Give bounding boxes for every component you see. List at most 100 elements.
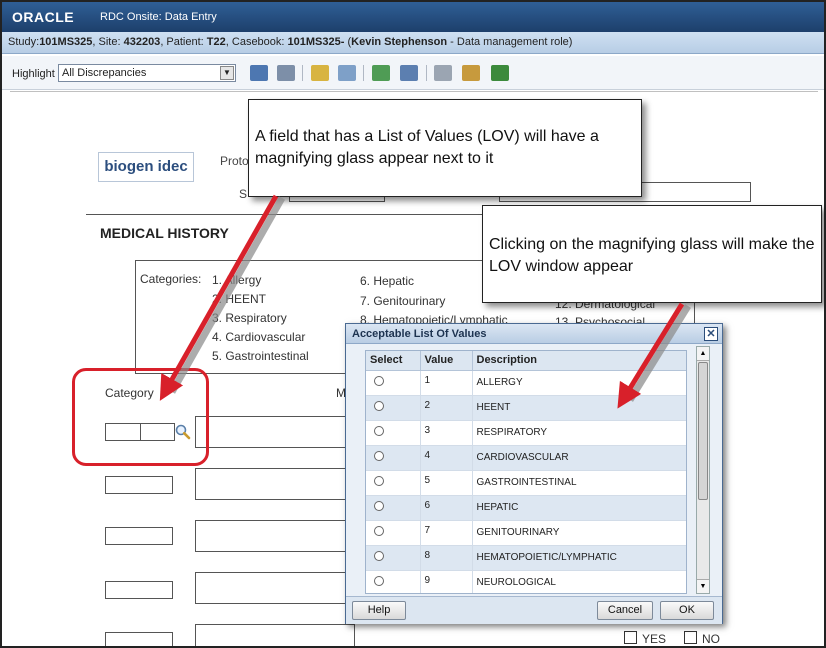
select-radio[interactable] — [374, 401, 384, 411]
description-field[interactable] — [195, 520, 355, 552]
description-field[interactable] — [195, 572, 355, 604]
select-radio[interactable] — [374, 501, 384, 511]
toolbar-divider — [302, 65, 303, 81]
scroll-up-icon[interactable]: ▲ — [697, 347, 709, 361]
patient-value: T22 — [206, 36, 226, 48]
edit-page-icon[interactable] — [311, 65, 329, 81]
discrepancy-list-icon[interactable] — [250, 65, 268, 81]
no-checkbox[interactable] — [684, 631, 697, 644]
study-label: Study: — [8, 36, 40, 48]
lov-footer: Help Cancel OK — [346, 596, 722, 624]
description-cell: GASTROINTESTINAL — [472, 470, 686, 496]
select-cell — [366, 545, 421, 571]
select-cell — [366, 370, 421, 396]
no-label: NO — [702, 632, 720, 646]
toolbar: Highlight All Discrepancies ▼ — [2, 56, 824, 90]
value-cell: 8 — [420, 545, 473, 571]
value-cell: 7 — [420, 520, 473, 546]
patient-label: , Patient: — [160, 36, 207, 48]
description-cell: RESPIRATORY — [472, 420, 686, 446]
scrollbar-thumb[interactable] — [698, 362, 708, 500]
oracle-logo: ORACLE — [12, 9, 75, 25]
description-cell: HEMATOPOIETIC/LYMPHATIC — [472, 545, 686, 571]
lov-table-container: Select Value Description 1 ALLERGY 2 HEE — [365, 350, 687, 594]
select-radio[interactable] — [374, 376, 384, 386]
cancel-button[interactable]: Cancel — [597, 601, 653, 620]
lov-field-callout: A field that has a List of Values (LOV) … — [248, 99, 642, 197]
biogen-logo: biogen idec — [98, 152, 194, 182]
save-icon[interactable] — [491, 65, 509, 81]
chevron-down-icon[interactable]: ▼ — [220, 66, 234, 80]
help-button[interactable]: Help — [352, 601, 406, 620]
lov-row[interactable]: 8 HEMATOPOIETIC/LYMPHATIC — [366, 545, 686, 571]
category-item: 7. Genitourinary — [360, 294, 446, 308]
description-cell: HEPATIC — [472, 495, 686, 521]
category-input[interactable] — [105, 476, 173, 494]
site-label: S — [239, 187, 248, 201]
lov-table-header: Select Value Description — [366, 351, 686, 371]
toolbar-divider — [363, 65, 364, 81]
category-input[interactable] — [105, 527, 173, 545]
lov-row[interactable]: 2 HEENT — [366, 395, 686, 421]
scroll-down-icon[interactable]: ▼ — [697, 579, 709, 593]
highlight-select-value: All Discrepancies — [62, 67, 147, 79]
yes-checkbox[interactable] — [624, 631, 637, 644]
select-cell — [366, 520, 421, 546]
description-header: Description — [472, 351, 686, 371]
delete-icon[interactable] — [434, 65, 452, 81]
select-cell — [366, 395, 421, 421]
select-radio[interactable] — [374, 576, 384, 586]
lov-table: Select Value Description 1 ALLERGY 2 HEE — [366, 351, 686, 593]
highlight-select[interactable]: All Discrepancies ▼ — [58, 64, 236, 82]
lov-row[interactable]: 6 HEPATIC — [366, 495, 686, 521]
description-field[interactable] — [195, 416, 355, 448]
category-item: 5. Gastrointestinal — [212, 349, 309, 363]
ok-button[interactable]: OK — [660, 601, 714, 620]
category-item: 6. Hepatic — [360, 274, 415, 288]
select-cell — [366, 470, 421, 496]
lov-dialog-title: Acceptable List Of Values ✕ — [346, 324, 722, 344]
category-item: 4. Cardiovascular — [212, 330, 306, 344]
value-header: Value — [420, 351, 473, 371]
lov-row[interactable]: 5 GASTROINTESTINAL — [366, 470, 686, 496]
description-field[interactable] — [195, 468, 355, 500]
select-cell — [366, 445, 421, 471]
investigator-comments-icon[interactable] — [277, 65, 295, 81]
close-icon[interactable]: ✕ — [704, 327, 718, 341]
study-value: 101MS325 — [39, 36, 93, 48]
lov-row[interactable]: 3 RESPIRATORY — [366, 420, 686, 446]
highlight-annotation — [72, 368, 209, 466]
title-bar: ORACLE RDC Onsite: Data Entry — [2, 2, 824, 32]
value-cell: 3 — [420, 420, 473, 446]
casebook-label: , Casebook: — [225, 36, 288, 48]
select-radio[interactable] — [374, 526, 384, 536]
lov-title-text: Acceptable List Of Values — [352, 328, 487, 340]
select-cell — [366, 495, 421, 521]
lov-row[interactable]: 1 ALLERGY — [366, 370, 686, 396]
description-cell: NEUROLOGICAL — [472, 570, 686, 593]
select-radio[interactable] — [374, 426, 384, 436]
categories-label: Categories: — [140, 272, 202, 286]
select-radio[interactable] — [374, 476, 384, 486]
select-cell — [366, 420, 421, 446]
description-cell: GENITOURINARY — [472, 520, 686, 546]
lov-row[interactable]: 9 NEUROLOGICAL — [366, 570, 686, 593]
copy-icon[interactable] — [462, 65, 480, 81]
value-cell: 1 — [420, 370, 473, 396]
audit-history-icon[interactable] — [400, 65, 418, 81]
verify-icon[interactable] — [372, 65, 390, 81]
select-radio[interactable] — [374, 451, 384, 461]
description-field[interactable] — [195, 624, 355, 646]
category-input[interactable] — [105, 581, 173, 599]
lov-row[interactable]: 4 CARDIOVASCULAR — [366, 445, 686, 471]
select-header: Select — [366, 351, 421, 371]
site-label: , Site: — [92, 36, 124, 48]
highlight-label: Highlight — [12, 68, 55, 80]
layout-icon[interactable] — [338, 65, 356, 81]
lov-scrollbar[interactable]: ▲ ▼ — [696, 346, 710, 594]
category-input[interactable] — [105, 632, 173, 646]
lov-row[interactable]: 7 GENITOURINARY — [366, 520, 686, 546]
yes-label: YES — [642, 632, 667, 646]
lov-dialog: Acceptable List Of Values ✕ Select Value… — [345, 323, 723, 624]
select-radio[interactable] — [374, 551, 384, 561]
